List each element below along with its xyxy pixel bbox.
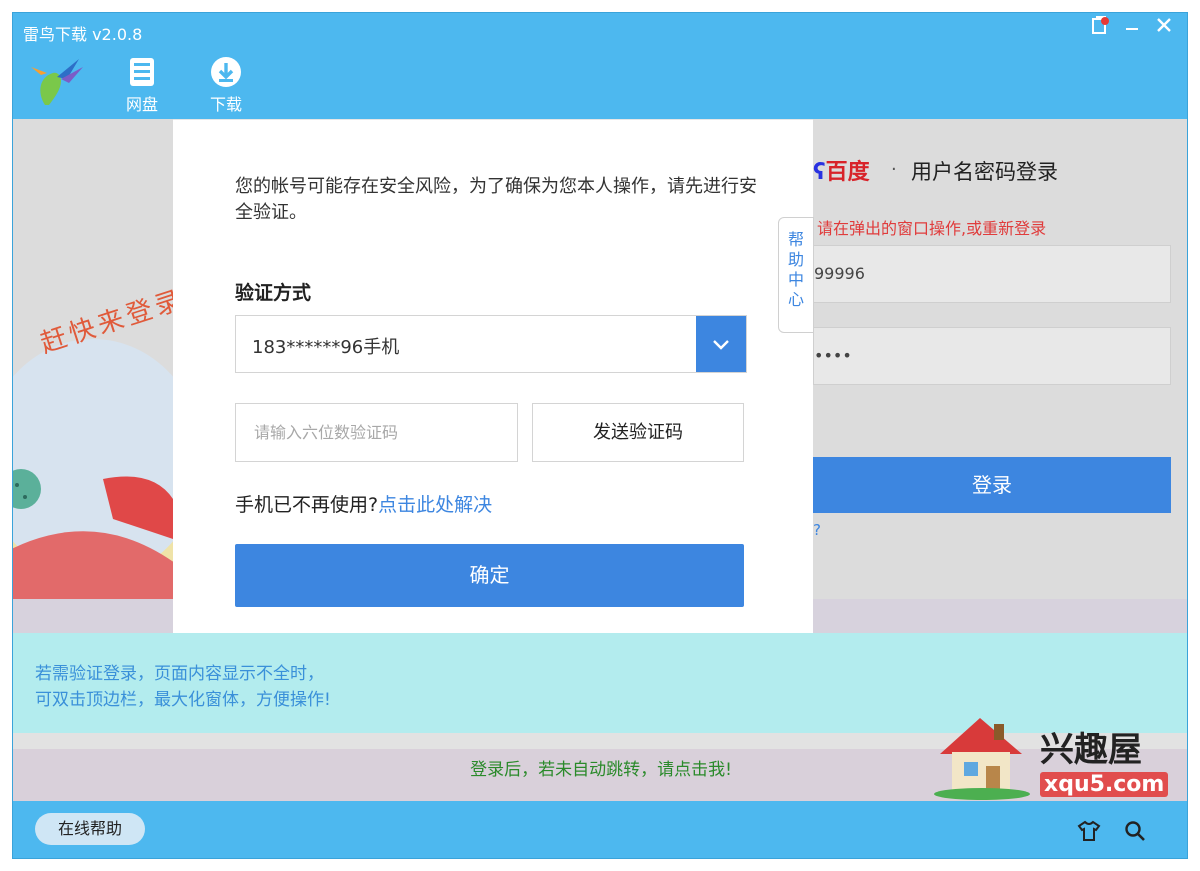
nav-download-label: 下载 — [209, 95, 242, 114]
baidu-login-panel: ʕ百度 · 用户名密码登录 请在弹出的窗口操作,或重新登录 99996 ••••… — [813, 119, 1187, 599]
tip-line-1: 若需验证登录，页面内容显示不全时， — [35, 664, 324, 684]
title-separator: · — [891, 159, 897, 180]
thunderbird-logo — [27, 53, 87, 113]
tshirt-icon[interactable] — [1077, 819, 1101, 843]
download-icon — [209, 55, 243, 89]
help-center-tab[interactable]: 帮 助 中 心 — [778, 217, 814, 333]
login-warning: 请在弹出的窗口操作,或重新登录 — [817, 219, 1047, 238]
verify-method-value: 183******96手机 — [252, 337, 400, 358]
help-tab-char: 帮 — [787, 230, 804, 249]
login-button[interactable]: 登录 — [813, 457, 1171, 513]
verify-method-label: 验证方式 — [235, 282, 312, 304]
help-tab-char: 助 — [787, 250, 804, 269]
help-tab-char: 心 — [787, 290, 804, 309]
nav-cloud-disk-label: 网盘 — [125, 95, 158, 114]
search-icon[interactable] — [1123, 819, 1147, 843]
app-title: 雷鸟下载 v2.0.8 — [23, 25, 143, 44]
online-help-button[interactable]: 在线帮助 — [35, 813, 145, 845]
tip-line-2: 可双击顶边栏，最大化窗体，方便操作! — [35, 690, 331, 710]
nav-download[interactable]: 下载 — [201, 55, 251, 115]
phone-resolve-link[interactable]: 点击此处解决 — [378, 494, 492, 516]
chevron-down-icon[interactable] — [696, 316, 746, 372]
verify-method-select[interactable]: 183******96手机 — [235, 315, 747, 373]
left-banner: 赶快来登录 — [13, 119, 173, 633]
watermark-name: 兴趣屋 — [1040, 730, 1142, 770]
security-verify-dialog: 您的帐号可能存在安全风险，为了确保为您本人操作，请先进行安全验证。 验证方式 1… — [173, 119, 813, 633]
notification-icon[interactable] — [1087, 15, 1113, 39]
close-button[interactable] — [1151, 15, 1177, 39]
dialog-message: 您的帐号可能存在安全风险，为了确保为您本人操作，请先进行安全验证。 — [235, 176, 757, 223]
status-bar: 在线帮助 — [13, 801, 1187, 858]
help-tab-char: 中 — [787, 270, 804, 289]
minimize-button[interactable] — [1119, 15, 1145, 39]
password-field[interactable]: •••• — [813, 327, 1171, 385]
baidu-logo: ʕ百度 — [813, 160, 870, 185]
cloud-disk-icon — [125, 55, 159, 89]
verify-code-input[interactable] — [235, 403, 518, 462]
send-code-button[interactable]: 发送验证码 — [532, 403, 744, 462]
titlebar[interactable]: 雷鸟下载 v2.0.8 网盘 下载 — [13, 13, 1187, 119]
forgot-link[interactable]: ? — [813, 521, 821, 539]
watermark-url: xqu5.com — [1040, 772, 1169, 797]
password-mask: •••• — [814, 346, 852, 365]
nav-cloud-disk[interactable]: 网盘 — [117, 55, 167, 115]
username-field[interactable]: 99996 — [813, 245, 1171, 303]
main-content: 赶快来登录 ʕ百度 · 用户名密码登录 请在弹出的窗口操作,或重新登录 9999… — [13, 119, 1187, 801]
confirm-button[interactable]: 确定 — [235, 544, 744, 607]
username-value: 99996 — [814, 264, 865, 283]
baidu-brand-text: 百度 — [825, 160, 870, 185]
login-title: 用户名密码登录 — [911, 160, 1058, 184]
phone-unavailable-note: 手机已不再使用?点击此处解决 — [235, 490, 492, 517]
phone-question: 手机已不再使用? — [235, 494, 379, 516]
